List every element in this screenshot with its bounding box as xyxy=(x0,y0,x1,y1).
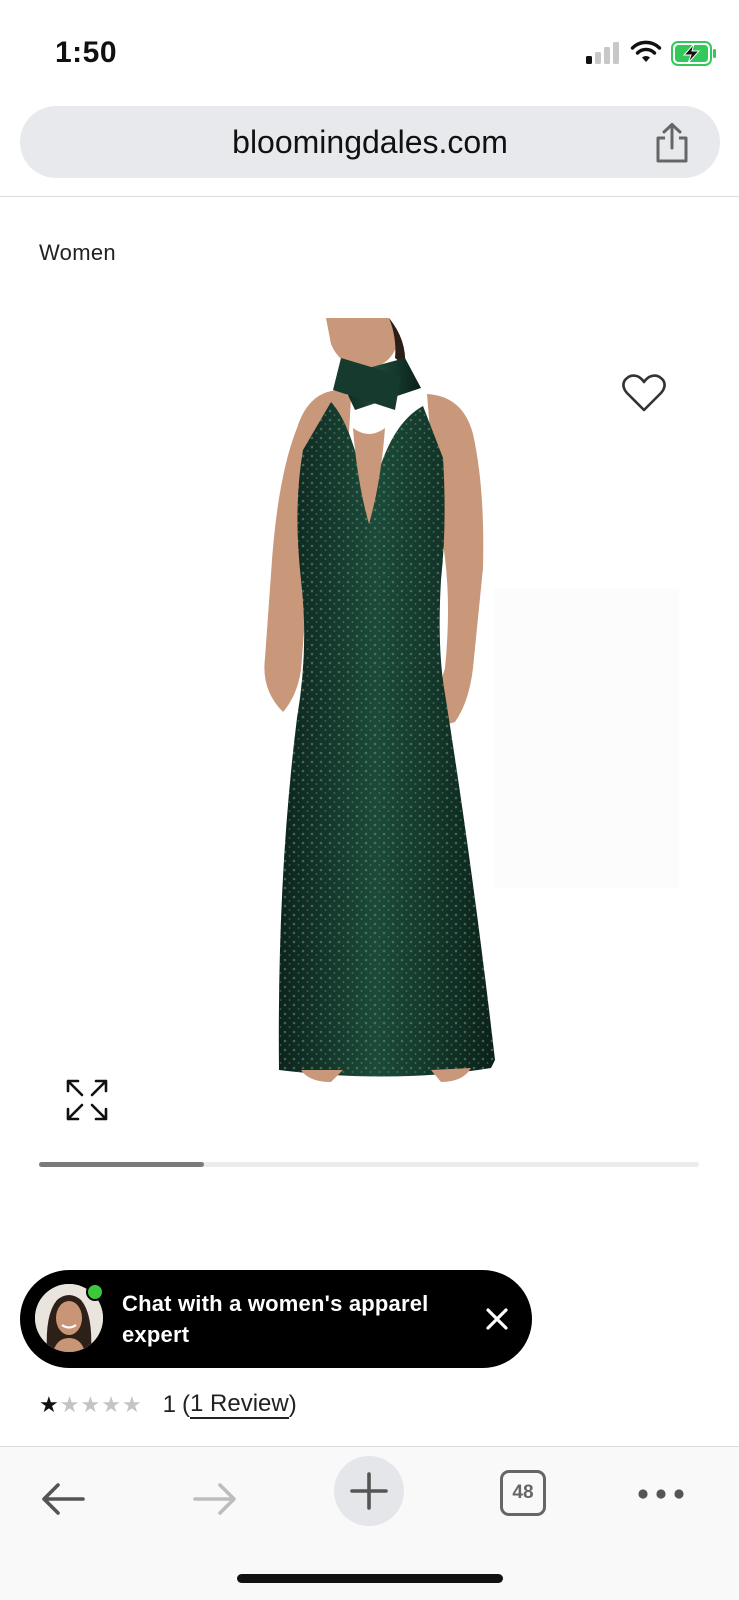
heart-icon[interactable] xyxy=(621,372,667,414)
cellular-signal-icon xyxy=(586,42,620,64)
carousel-progress-thumb[interactable] xyxy=(39,1162,204,1167)
rating-close-paren: ) xyxy=(288,1391,297,1418)
star-icon: ★ xyxy=(121,1392,143,1417)
chat-banner[interactable]: Chat with a women's apparel expert xyxy=(20,1270,532,1368)
review-link[interactable]: 1 Review xyxy=(190,1391,289,1419)
home-indicator xyxy=(237,1574,503,1583)
address-bar[interactable]: bloomingdales.com xyxy=(20,106,720,178)
tabs-button[interactable]: 48 xyxy=(500,1470,546,1516)
status-bar: 1:50 xyxy=(0,0,739,100)
chat-text[interactable]: Chat with a women's apparel expert xyxy=(122,1288,472,1350)
share-icon[interactable] xyxy=(652,122,692,164)
more-icon[interactable] xyxy=(637,1488,685,1500)
new-tab-button[interactable] xyxy=(334,1456,404,1526)
breadcrumb[interactable]: Women xyxy=(39,240,116,266)
star-icon: ★ xyxy=(101,1392,122,1417)
forward-arrow-icon[interactable] xyxy=(192,1479,238,1519)
battery-charging-icon xyxy=(671,41,716,66)
star-icon: ★ xyxy=(59,1392,81,1417)
plus-icon[interactable] xyxy=(334,1456,404,1526)
url-text[interactable]: bloomingdales.com xyxy=(20,106,720,178)
rating-count: 1 xyxy=(162,1391,177,1418)
back-arrow-icon[interactable] xyxy=(40,1479,86,1519)
divider xyxy=(0,196,739,197)
star-icon: ★ xyxy=(80,1392,102,1417)
rating: ★★★★★ 1 ( 1 Review ) xyxy=(39,1388,297,1422)
rating-open-paren: ( xyxy=(182,1391,191,1418)
online-indicator xyxy=(86,1283,104,1301)
wifi-icon xyxy=(630,40,662,62)
star-rating: ★★★★★ xyxy=(39,1392,143,1418)
status-time: 1:50 xyxy=(55,36,118,69)
close-icon[interactable] xyxy=(482,1304,512,1334)
carousel-progress[interactable] xyxy=(39,1162,699,1167)
expand-icon[interactable] xyxy=(65,1078,109,1122)
star-icon: ★ xyxy=(39,1392,60,1417)
product-image[interactable] xyxy=(39,318,699,1138)
